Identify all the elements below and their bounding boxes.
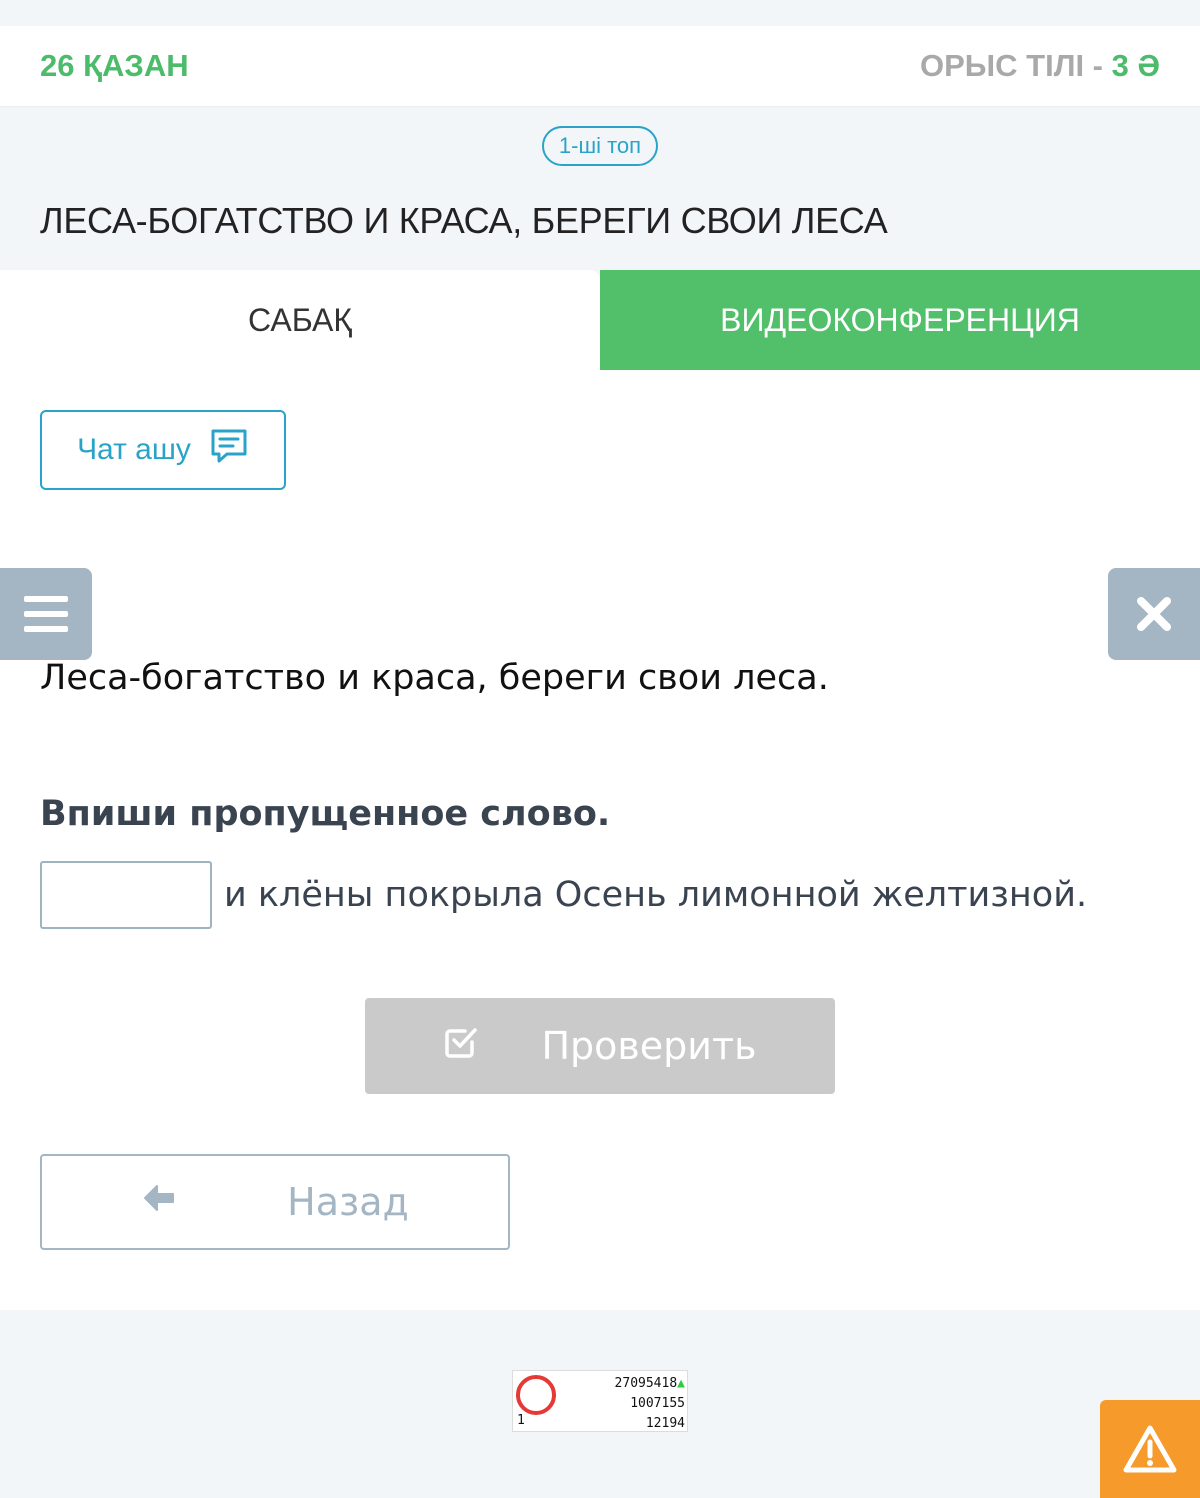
missing-word-input[interactable] <box>40 861 212 929</box>
chat-button-label: Чат ашу <box>77 433 191 466</box>
group-badge: 1-ші топ <box>542 126 658 166</box>
counter-logo <box>516 1375 556 1415</box>
task-instruction: Впиши пропущенное слово. <box>40 794 611 834</box>
warning-icon <box>1123 1425 1177 1473</box>
tab-videoconference[interactable]: ВИДЕОКОНФЕРЕНЦИЯ <box>600 270 1200 370</box>
back-button-label: Назад <box>287 1180 409 1224</box>
back-button[interactable]: Назад <box>40 1154 510 1250</box>
chat-icon <box>209 426 249 474</box>
main-panel: Чат ашу Леса-богатство и краса, береги с… <box>0 370 1200 1310</box>
grade-label: 3 Ә <box>1111 48 1160 83</box>
header-subject: ОРЫС ТІЛІ - 3 Ә <box>920 48 1160 84</box>
close-icon <box>1137 597 1171 631</box>
counter-values: 27095418▲ 1007155 12194 <box>615 1374 685 1434</box>
top-header: 26 ҚАЗАН ОРЫС ТІЛІ - 3 Ә <box>0 26 1200 106</box>
close-button[interactable] <box>1108 568 1200 660</box>
counter-up-icon: ▲ <box>677 1376 685 1391</box>
counter-today: 12194 <box>645 1416 685 1431</box>
answer-row: и клёны покрыла Осень лимонной желтизной… <box>40 861 1087 929</box>
counter-corner: 1 <box>517 1413 525 1428</box>
open-chat-button[interactable]: Чат ашу <box>40 410 286 490</box>
check-square-icon <box>443 1024 479 1069</box>
task-heading: Леса-богатство и краса, береги свои леса… <box>40 658 829 698</box>
visit-counter[interactable]: 1 27095418▲ 1007155 12194 <box>512 1370 688 1432</box>
subject-name: ОРЫС ТІЛІ - <box>920 48 1112 83</box>
tab-lesson[interactable]: САБАҚ <box>0 270 600 370</box>
check-button[interactable]: Проверить <box>365 998 835 1094</box>
arrow-left-icon <box>141 1180 177 1225</box>
counter-total: 27095418 <box>614 1376 678 1391</box>
header-date: 26 ҚАЗАН <box>40 48 189 83</box>
check-button-label: Проверить <box>541 1024 757 1068</box>
menu-button[interactable] <box>0 568 92 660</box>
report-problem-button[interactable] <box>1100 1400 1200 1498</box>
tab-bar: САБАҚ ВИДЕОКОНФЕРЕНЦИЯ <box>0 270 1200 370</box>
sentence-text: и клёны покрыла Осень лимонной желтизной… <box>224 875 1088 915</box>
hamburger-icon <box>24 596 68 632</box>
lesson-title: ЛЕСА-БОГАТСТВО И КРАСА, БЕРЕГИ СВОИ ЛЕСА <box>40 200 888 241</box>
page: 26 ҚАЗАН ОРЫС ТІЛІ - 3 Ә 1-ші топ ЛЕСА-Б… <box>0 0 1200 1498</box>
counter-hosts: 1007155 <box>630 1396 685 1411</box>
